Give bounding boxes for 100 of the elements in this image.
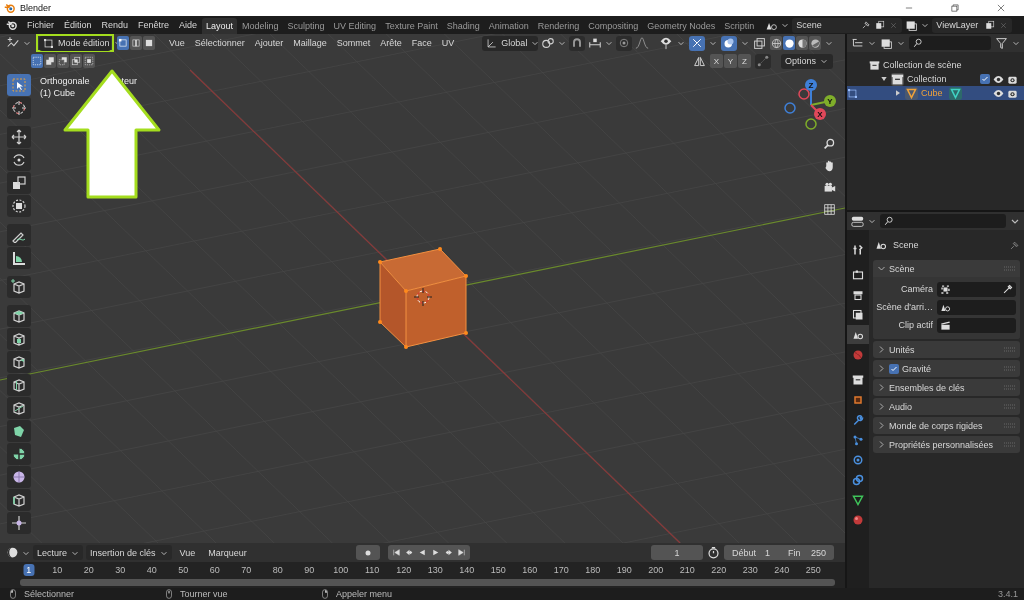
menu-item[interactable]: Arête [375, 38, 407, 48]
field-label: Début [732, 547, 757, 558]
outliner-row[interactable]: Collection de scène [847, 58, 1024, 72]
menu-item[interactable]: Rendu [96, 20, 134, 30]
view-name: Orthogonale [40, 75, 90, 87]
menu-item[interactable]: Fichier [22, 20, 59, 30]
frame-number: 180 [584, 564, 602, 576]
field-label: Caméra [900, 284, 933, 294]
workspace-tab[interactable]: Animation [484, 18, 533, 34]
frame-number: 200 [647, 564, 665, 576]
orientation-dropdown[interactable]: Global [482, 35, 539, 51]
panel-header[interactable]: Monde de corps rigides [873, 417, 1020, 434]
field-value: 250 [810, 547, 826, 558]
frame-number: 80 [271, 564, 284, 576]
frame-number: 230 [741, 564, 759, 576]
frame-number: 110 [363, 564, 381, 576]
object-name: (1) Cube [40, 87, 75, 99]
workspace-tab[interactable]: Texture Paint [381, 18, 442, 34]
frame-number: 190 [615, 564, 633, 576]
hint-text: Sélectionner [24, 589, 75, 599]
panel-header[interactable]: Audio [873, 398, 1020, 415]
field-label: Clip actif [897, 320, 933, 330]
menu-item[interactable]: Sommet [331, 38, 376, 48]
outliner-row[interactable]: Cube [847, 86, 1024, 100]
frame-number: 30 [114, 564, 127, 576]
workspace-tab[interactable]: Geometry Nodes [643, 18, 720, 34]
menu-item[interactable]: Face [406, 38, 437, 48]
menu-item[interactable]: Fenêtre [133, 20, 175, 30]
panel-label: Gravité [902, 363, 932, 374]
workspace-tab[interactable]: Shading [442, 18, 484, 34]
panel-label: Audio [889, 401, 914, 412]
axis-toggle[interactable]: X [710, 54, 723, 68]
frame-number: 40 [145, 564, 158, 576]
frame-number: 100 [332, 564, 350, 576]
menu-item[interactable]: Aide [174, 20, 203, 30]
axis-toggle[interactable]: Z [738, 54, 751, 68]
start-frame-field[interactable]: Début 1 [724, 547, 778, 558]
options-dropdown[interactable]: Options [781, 53, 833, 69]
hint-text: Tourner vue [180, 589, 228, 599]
panel-header[interactable]: Ensembles de clés [873, 379, 1020, 396]
panel-label: Unités [889, 344, 916, 355]
frame-number: 140 [458, 564, 476, 576]
frame-number: 210 [678, 564, 696, 576]
menu-item[interactable]: Vue [164, 38, 190, 48]
version-label: 3.4.1 [997, 589, 1019, 599]
axis-label: X [817, 110, 823, 119]
axis-label: Z [808, 81, 814, 90]
field-label: Fin [788, 547, 801, 558]
workspace-tab[interactable]: UV Editing [329, 18, 381, 34]
frame-number: 130 [426, 564, 444, 576]
axis-label: Y [827, 97, 833, 106]
frame-number: 60 [208, 564, 221, 576]
menu-dropdown[interactable]: Lecture [33, 545, 84, 560]
frame-field[interactable]: 1 [651, 545, 703, 560]
panel-label: Propriétés personnalisées [889, 439, 995, 450]
frame-number: 90 [303, 564, 316, 576]
workspace-tab[interactable]: Rendering [533, 18, 584, 34]
panel-header[interactable]: Unités [873, 341, 1020, 358]
panel-label: Monde de corps rigides [889, 420, 984, 431]
outliner-label: Collection [907, 74, 948, 84]
field-label: Scène d'arri… [875, 302, 933, 312]
outliner-label: Cube [921, 88, 944, 98]
frame-number[interactable]: 1 [23, 564, 35, 576]
frame-number: 220 [710, 564, 728, 576]
workspace-tab[interactable]: Sculpting [283, 18, 329, 34]
workspace-tab[interactable]: Layout [202, 18, 238, 34]
end-frame-field[interactable]: Fin 250 [780, 547, 834, 558]
frame-number: 50 [177, 564, 190, 576]
menu-item[interactable]: UV [436, 38, 460, 48]
frame-number: 250 [804, 564, 822, 576]
menu-item[interactable]: Sélectionner [189, 38, 250, 48]
workspace-tab[interactable]: Scriptin [720, 18, 759, 34]
outliner-label: Collection de scène [883, 60, 963, 70]
hint-text: Appeler menu [336, 589, 393, 599]
frame-number: 160 [521, 564, 539, 576]
workspace-tab[interactable]: Modeling [238, 18, 283, 34]
panel-label: Scène [889, 263, 916, 274]
workspace-tab[interactable]: Compositing [584, 18, 643, 34]
field-value: 1 [765, 547, 770, 558]
outliner-row[interactable]: Collection [847, 72, 1024, 86]
menu-item[interactable]: Marqueur [203, 547, 252, 558]
frame-number: 10 [51, 564, 64, 576]
panel-label: Ensembles de clés [889, 382, 966, 393]
frame-number: 120 [395, 564, 413, 576]
frame-number: 20 [82, 564, 95, 576]
frame-number: 240 [773, 564, 791, 576]
view-name: teur [121, 75, 138, 87]
panel-header[interactable]: Scène [873, 260, 1020, 277]
menu-item[interactable]: Édition [59, 20, 97, 30]
menu-dropdown[interactable]: Insertion de clés [86, 545, 172, 560]
axis-toggle[interactable]: Y [724, 54, 737, 68]
frame-number: 170 [552, 564, 570, 576]
panel-header[interactable]: Gravité [873, 360, 1020, 377]
menu-item[interactable]: Ajouter [249, 38, 289, 48]
window-title: Blender [20, 3, 52, 13]
menu-item[interactable]: Vue [174, 547, 201, 558]
panel-title: Scene [893, 240, 920, 250]
frame-number: 150 [489, 564, 507, 576]
menu-item[interactable]: Maillage [288, 38, 332, 48]
panel-header[interactable]: Propriétés personnalisées [873, 436, 1020, 453]
